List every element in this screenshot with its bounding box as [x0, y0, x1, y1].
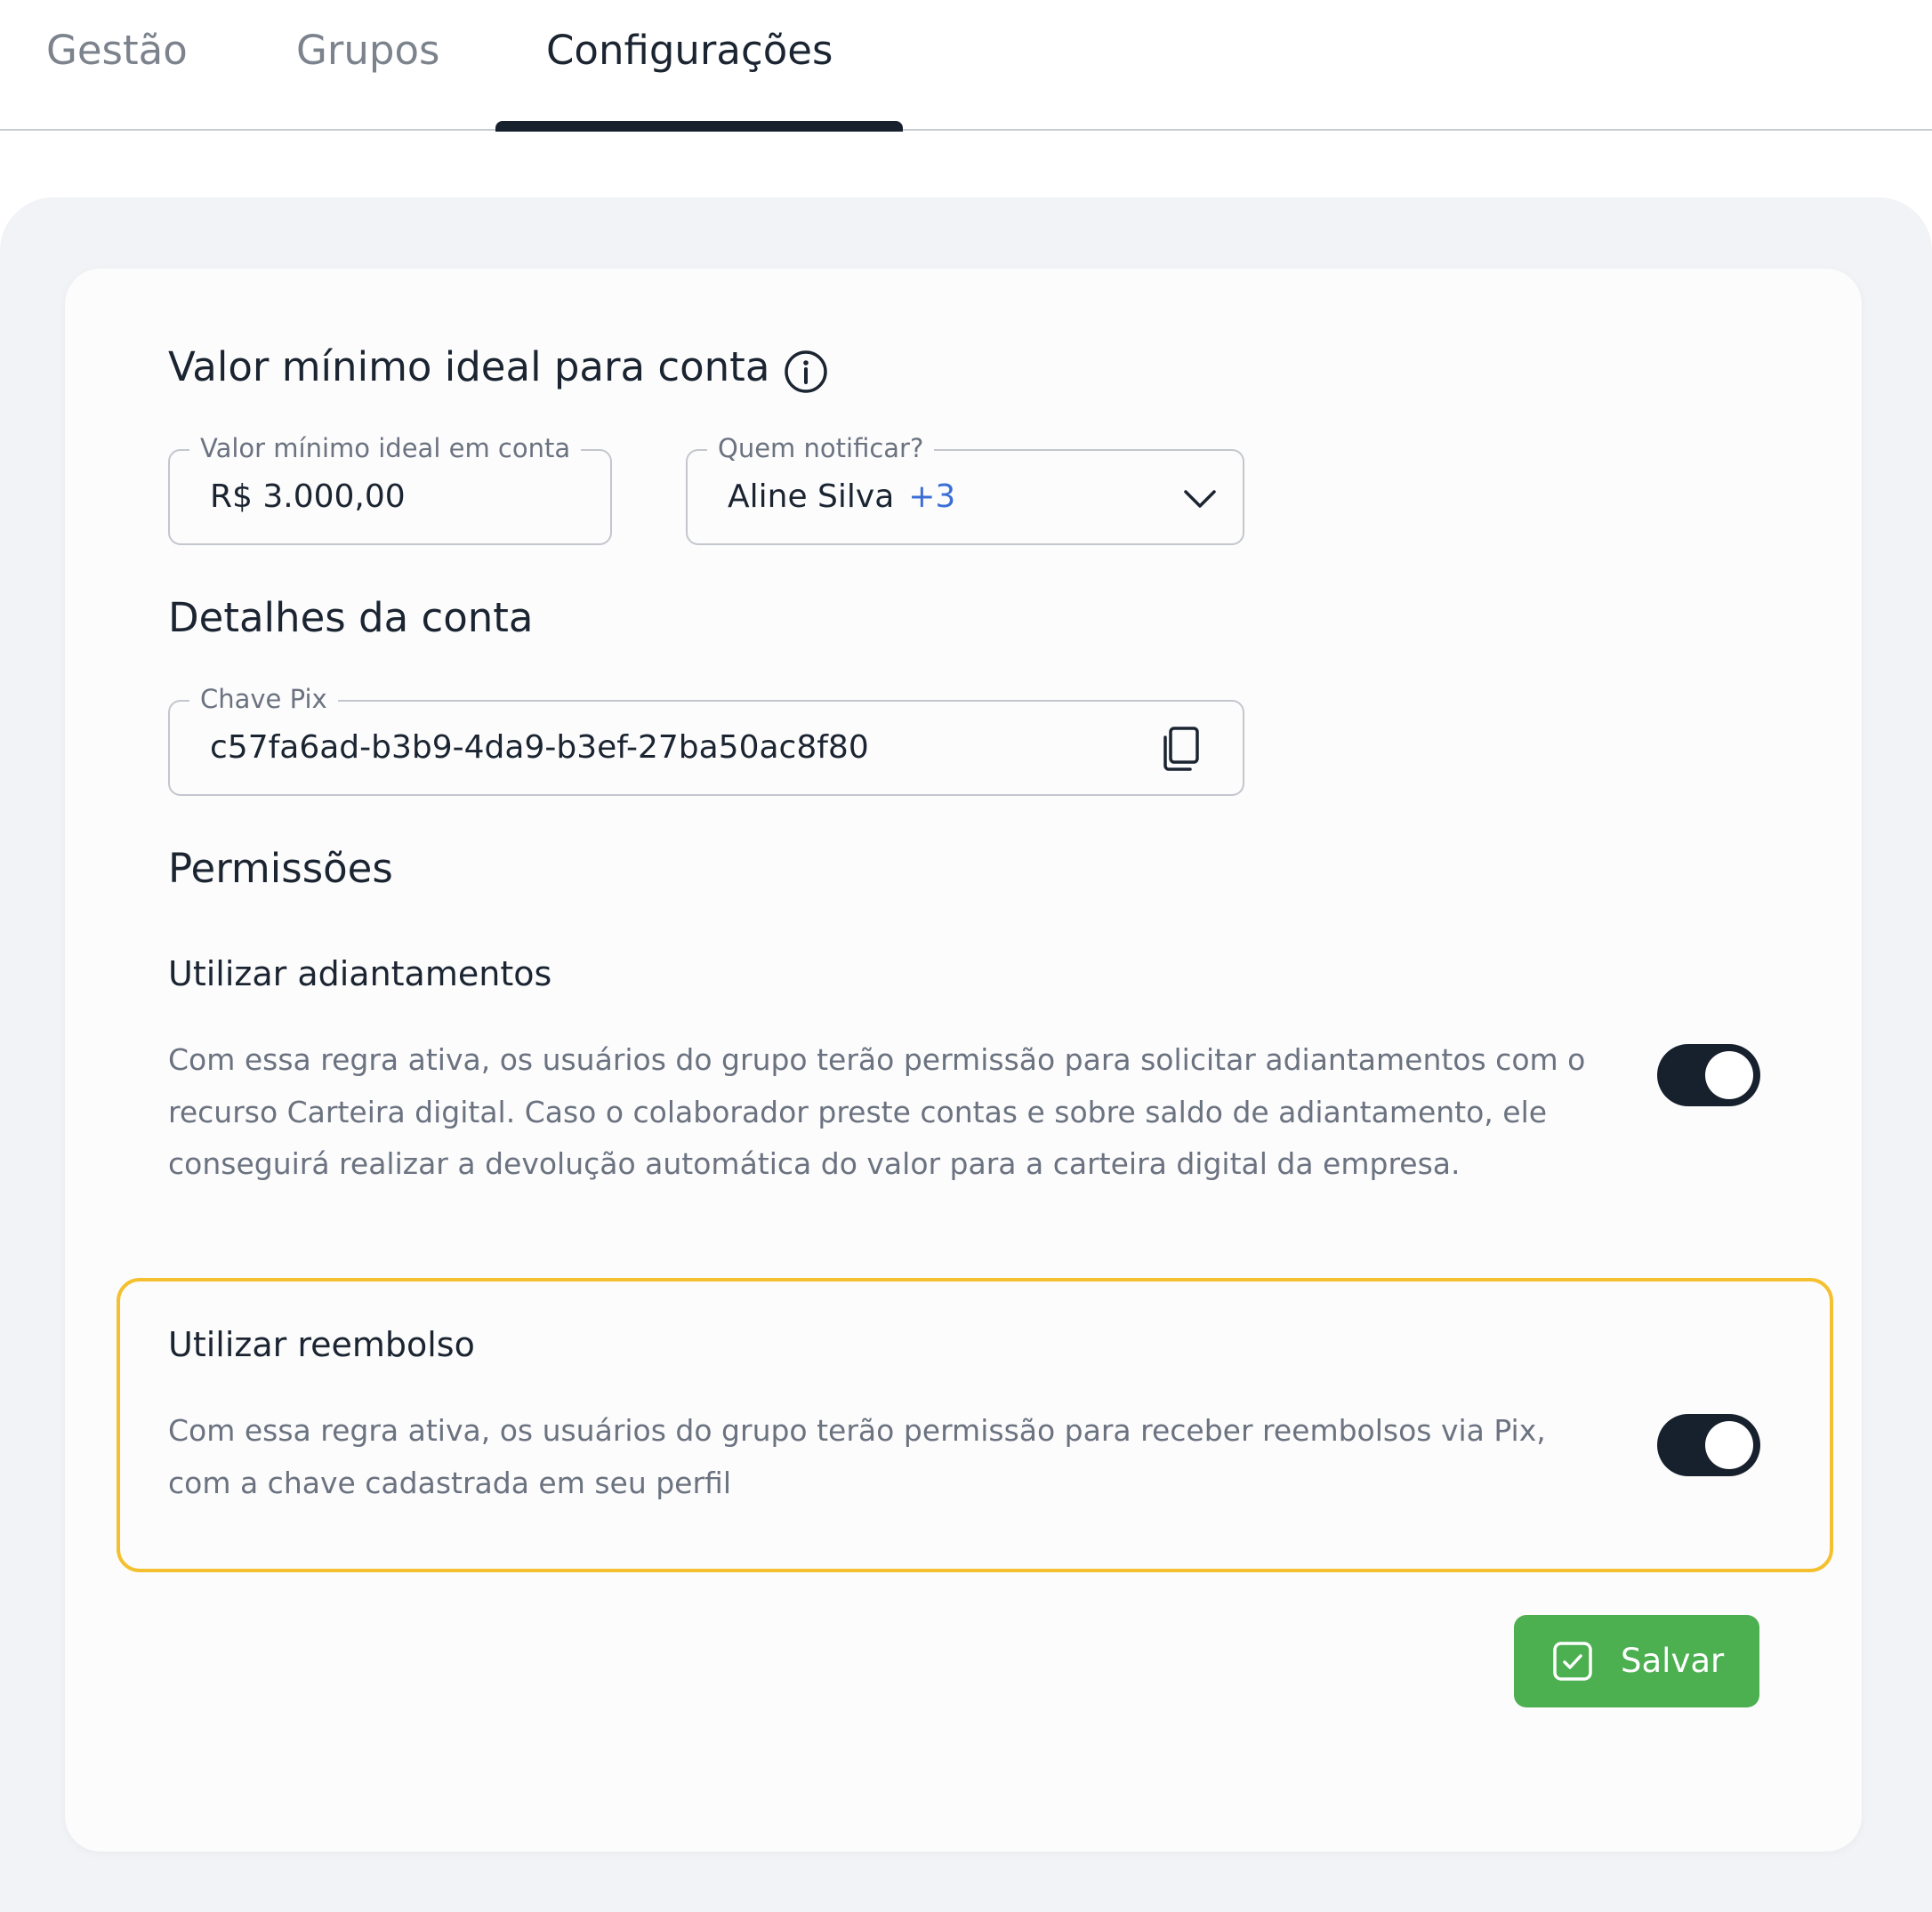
notify-select[interactable]: Quem notificar? Aline Silva +3 [686, 433, 1244, 545]
save-button-label: Salvar [1621, 1642, 1725, 1680]
toggle-advances[interactable] [1657, 1044, 1760, 1106]
min-balance-input[interactable] [210, 476, 584, 518]
toggle-knob [1705, 1421, 1753, 1469]
account-details-heading: Detalhes da conta [168, 594, 534, 641]
tab-bar: Gestão Grupos Configurações [0, 0, 1932, 132]
check-square-icon [1553, 1642, 1592, 1681]
tab-grupos[interactable]: Grupos [296, 20, 439, 82]
copy-icon[interactable] [1159, 725, 1203, 773]
permission-title-advances: Utilizar adiantamentos [168, 954, 552, 993]
chevron-down-icon[interactable] [1180, 479, 1220, 518]
save-button[interactable]: Salvar [1514, 1615, 1759, 1707]
active-tab-indicator [495, 121, 903, 132]
notify-selected-user: Aline Silva [728, 478, 895, 515]
pix-key-field-label: Chave Pix [189, 684, 338, 714]
permission-description-advances: Com essa regra ativa, os usuários do gru… [168, 1042, 1586, 1181]
min-balance-heading: Valor mínimo ideal para conta [168, 343, 770, 390]
toggle-knob [1705, 1051, 1753, 1099]
permission-title-reimbursement: Utilizar reembolso [168, 1325, 475, 1364]
toggle-reimbursement[interactable] [1657, 1414, 1760, 1476]
pix-key-field[interactable]: Chave Pix [168, 684, 1244, 796]
pix-key-input[interactable] [210, 727, 1099, 769]
min-balance-field-label: Valor mínimo ideal em conta [189, 433, 582, 463]
tab-configuracoes[interactable]: Configurações [546, 20, 833, 82]
notify-select-label: Quem notificar? [707, 433, 935, 463]
permissions-heading: Permissões [168, 845, 393, 892]
min-balance-field[interactable]: Valor mínimo ideal em conta [168, 433, 612, 545]
permission-description-reimbursement: Com essa regra ativa, os usuários do gru… [168, 1413, 1546, 1500]
tab-gestao[interactable]: Gestão [46, 20, 188, 82]
info-icon[interactable] [784, 349, 828, 394]
notify-extra-count: +3 [908, 478, 956, 515]
notify-select-value: Aline Silva +3 [728, 476, 955, 518]
